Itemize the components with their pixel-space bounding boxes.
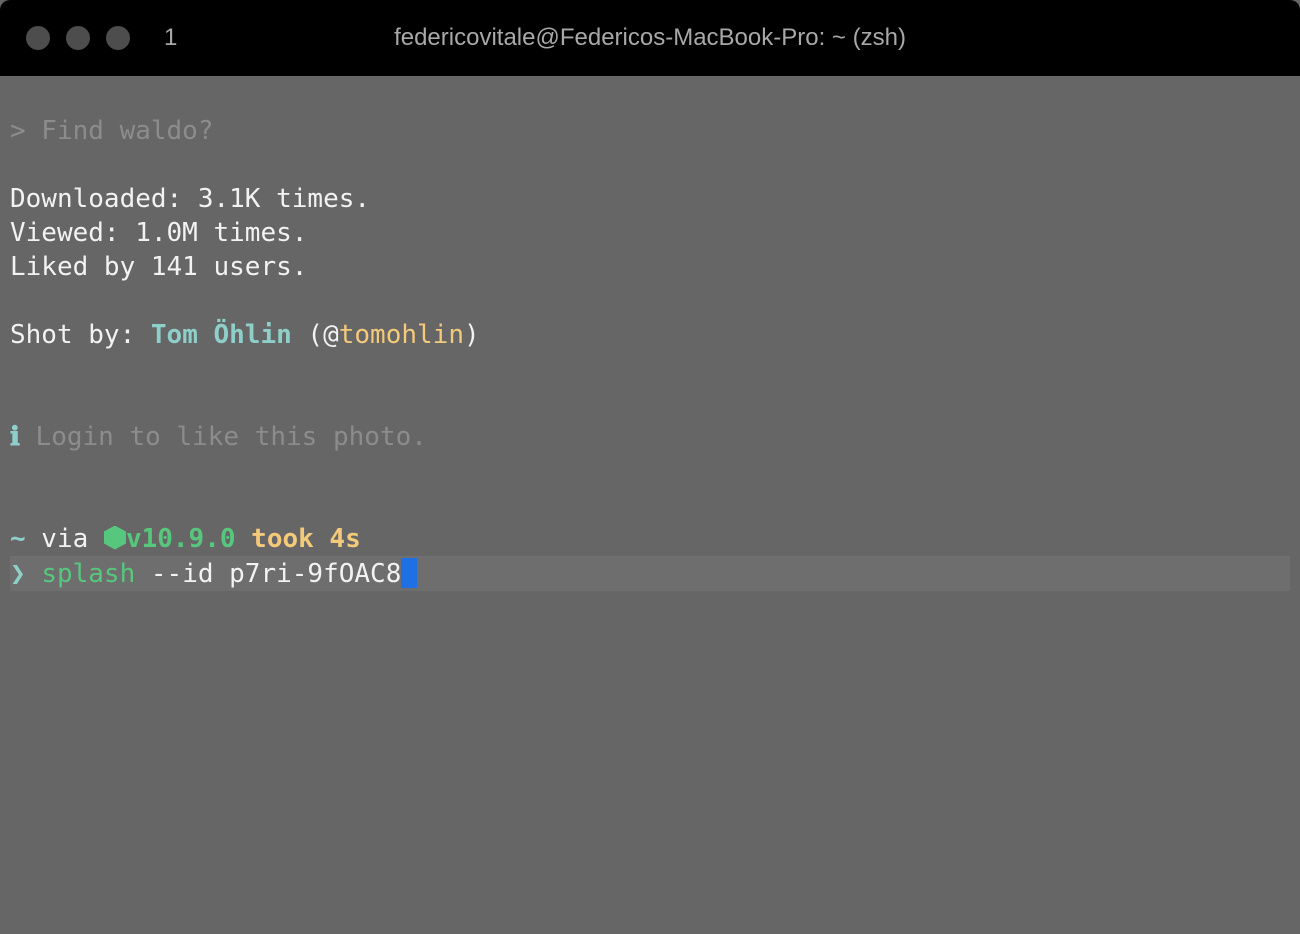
query-line: > Find waldo? xyxy=(10,116,214,146)
prompt-status-line: ~ via v10.9.0 took 4s xyxy=(10,522,1290,556)
author-name: Tom Öhlin xyxy=(150,320,292,350)
prompt-directory: ~ xyxy=(10,524,26,554)
downloads-line: Downloaded: 3.1K times. xyxy=(10,184,371,214)
shot-by-label: Shot by: xyxy=(10,320,151,350)
terminal-content[interactable]: > Find waldo? Downloaded: 3.1K times. Vi… xyxy=(10,114,1290,591)
terminal-window: federicovitale@Federicos-MacBook-Pro: ~ … xyxy=(0,0,1300,934)
text-cursor xyxy=(401,557,418,588)
window-title: federicovitale@Federicos-MacBook-Pro: ~ … xyxy=(394,24,906,51)
node-version: v10.9.0 xyxy=(125,524,236,554)
shot-by-line: Shot by: Tom Öhlin (@tomohlin) xyxy=(10,318,1290,352)
author-handle: tomohlin xyxy=(338,320,464,350)
prompt-symbol: ❯ xyxy=(10,559,42,589)
handle-open: (@ xyxy=(291,320,339,350)
command-duration: took 4s xyxy=(235,524,361,554)
node-hexagon-icon xyxy=(103,525,126,550)
likes-line: Liked by 141 users. xyxy=(10,252,308,282)
info-line: ℹ Login to like this photo. xyxy=(10,420,1290,454)
info-icon: ℹ xyxy=(10,422,20,452)
info-message: Login to like this photo. xyxy=(19,422,427,452)
command-input-line[interactable]: ❯ splash --id p7ri-9fOAC8 xyxy=(10,556,1290,591)
command-name: splash xyxy=(41,559,136,589)
prompt-via: via xyxy=(25,524,104,554)
views-line: Viewed: 1.0M times. xyxy=(10,218,308,248)
title-bar: federicovitale@Federicos-MacBook-Pro: ~ … xyxy=(0,0,1300,76)
handle-close: ) xyxy=(463,320,480,350)
tab-index[interactable]: 1 xyxy=(164,20,177,56)
command-arguments: --id p7ri-9fOAC8 xyxy=(135,559,402,589)
